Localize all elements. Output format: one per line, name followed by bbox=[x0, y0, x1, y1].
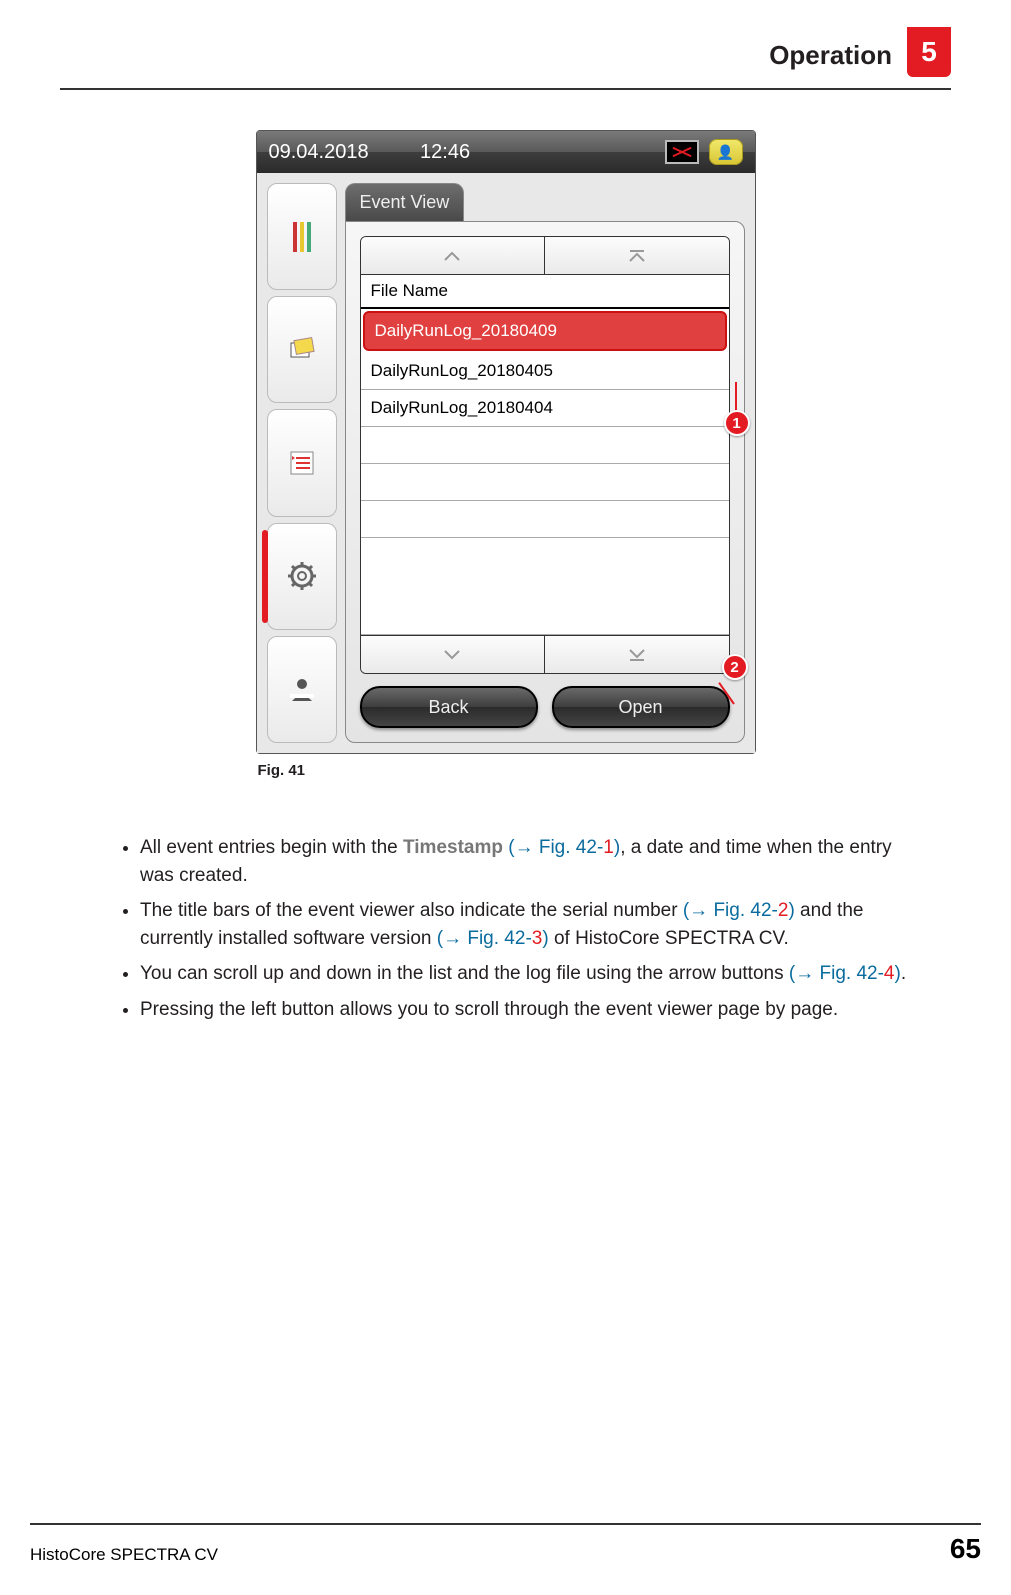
file-row-empty: . bbox=[361, 427, 729, 464]
nav-slides-icon[interactable] bbox=[267, 296, 337, 403]
left-nav bbox=[267, 183, 337, 743]
file-list: File Name DailyRunLog_20180409 DailyRunL… bbox=[360, 236, 730, 674]
file-row-empty: . bbox=[361, 538, 729, 635]
chapter-badge: 5 bbox=[907, 27, 951, 77]
figure-caption: Fig. 41 bbox=[258, 762, 758, 779]
figure-area: 09.04.2018 12:46 👤 bbox=[60, 130, 951, 754]
panel-title: Event View bbox=[345, 183, 465, 221]
status-time: 12:46 bbox=[379, 141, 512, 164]
file-row-empty: . bbox=[361, 501, 729, 538]
alarm-icon bbox=[665, 140, 699, 164]
nav-list-icon[interactable] bbox=[267, 409, 337, 516]
product-name: HistoCore SPECTRA CV bbox=[30, 1545, 218, 1565]
fig-ref: (→ Fig. 42-1) bbox=[503, 837, 620, 858]
device-status-bar: 09.04.2018 12:46 👤 bbox=[257, 131, 755, 173]
bullet-item: You can scroll up and down in the list a… bbox=[140, 960, 911, 988]
column-header: File Name bbox=[361, 275, 729, 309]
file-row[interactable]: DailyRunLog_20180404 bbox=[361, 390, 729, 427]
status-date: 09.04.2018 bbox=[269, 141, 369, 164]
bullet-list: All event entries begin with the Timesta… bbox=[100, 834, 911, 1023]
scroll-top-icon[interactable] bbox=[544, 237, 729, 274]
page-footer: HistoCore SPECTRA CV 65 bbox=[30, 1523, 981, 1565]
page-header: Operation 5 bbox=[60, 30, 951, 90]
fig-ref: (→ Fig. 42-4) bbox=[789, 963, 901, 984]
nav-user-icon[interactable] bbox=[267, 636, 337, 743]
timestamp-label: Timestamp bbox=[403, 837, 503, 858]
nav-settings-icon[interactable] bbox=[267, 523, 337, 630]
bullet-item: All event entries begin with the Timesta… bbox=[140, 834, 911, 889]
page-number: 65 bbox=[950, 1533, 981, 1565]
bullet-item: Pressing the left button allows you to s… bbox=[140, 996, 911, 1024]
file-row-selected[interactable]: DailyRunLog_20180409 bbox=[363, 311, 727, 351]
scroll-down-icon[interactable] bbox=[361, 636, 545, 673]
scroll-bottom-icon[interactable] bbox=[544, 636, 729, 673]
bullet-item: The title bars of the event viewer also … bbox=[140, 897, 911, 952]
section-title: Operation bbox=[769, 40, 892, 71]
device-screenshot: 09.04.2018 12:46 👤 bbox=[256, 130, 756, 754]
back-button[interactable]: Back bbox=[360, 686, 538, 728]
file-row[interactable]: DailyRunLog_20180405 bbox=[361, 353, 729, 390]
callout-line bbox=[735, 382, 737, 412]
fig-ref: (→ Fig. 42-3) bbox=[437, 928, 549, 949]
fig-ref: (→ Fig. 42-2) bbox=[683, 900, 795, 921]
open-button[interactable]: Open bbox=[552, 686, 730, 728]
file-row-empty: . bbox=[361, 464, 729, 501]
scroll-up-icon[interactable] bbox=[361, 237, 545, 274]
user-icon: 👤 bbox=[709, 139, 743, 165]
event-view-panel: File Name DailyRunLog_20180409 DailyRunL… bbox=[345, 221, 745, 743]
callout-2: 2 bbox=[722, 654, 748, 680]
nav-consumables-icon[interactable] bbox=[267, 183, 337, 290]
callout-1: 1 bbox=[724, 410, 750, 436]
